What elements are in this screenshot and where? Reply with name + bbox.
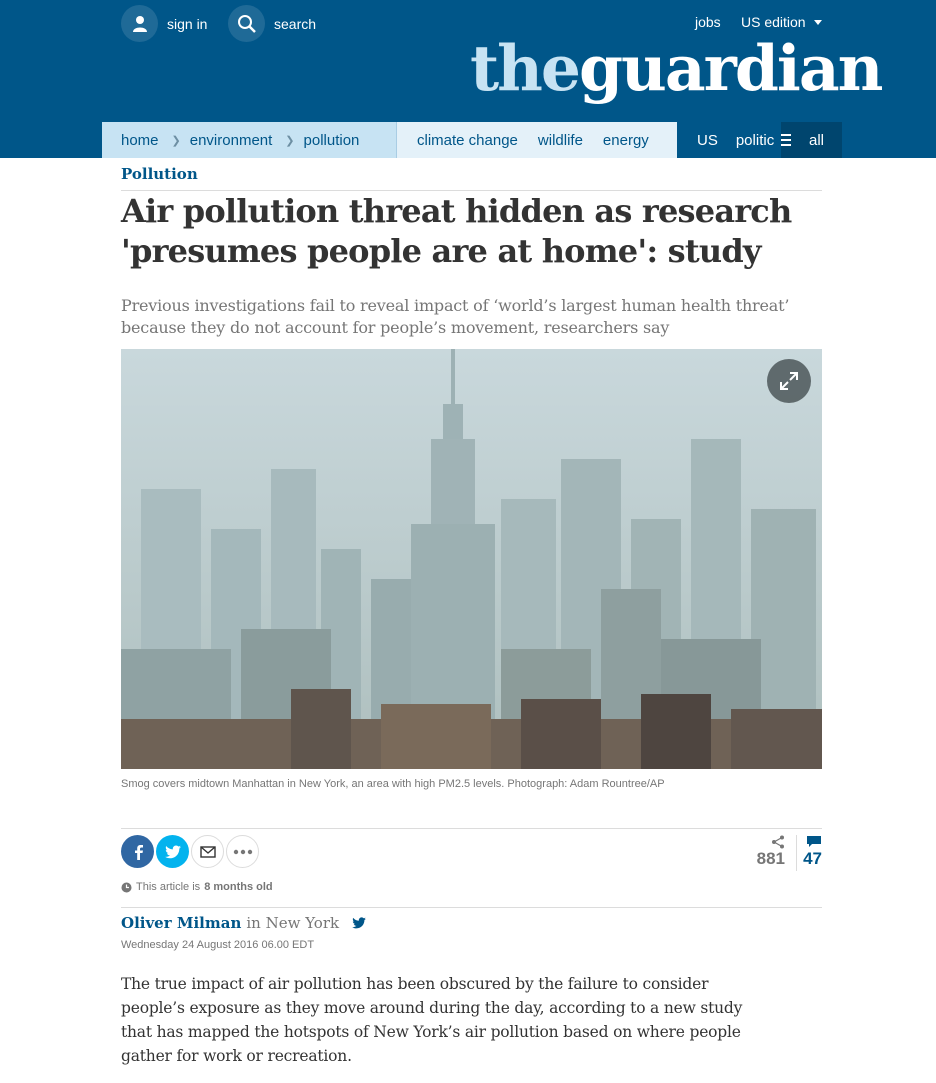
share-bar: 881 47 [121,835,822,875]
image-caption: Smog covers midtown Manhattan in New Yor… [121,778,665,790]
publication-date: Wednesday 24 August 2016 06.00 EDT [121,939,315,951]
smog-skyline-illustration [121,349,822,769]
chevron-right-icon: ❯ [285,134,295,147]
nav-wildlife[interactable]: wildlife [538,132,583,149]
comment-icon [807,836,821,847]
nav-energy[interactable]: energy [603,132,649,149]
breadcrumb: home ❯ environment ❯ pollution [102,122,396,158]
comment-count-value: 47 [803,849,822,868]
section-label[interactable]: Pollution [121,165,198,183]
nav-politics[interactable]: politic [736,132,774,149]
facebook-icon [134,844,143,860]
main-navigation: US politic all [677,122,842,158]
clock-icon [121,882,132,892]
divider [121,907,822,908]
comment-count[interactable]: 47 [796,835,822,871]
author-link[interactable]: Oliver Milman [121,914,241,932]
share-email-button[interactable] [191,835,224,868]
caret-down-icon [813,19,822,25]
share-twitter-button[interactable] [156,835,189,868]
article-headline: Air pollution threat hidden as research … [121,192,792,270]
search-link[interactable]: search [228,5,316,42]
more-icon [233,849,252,854]
search-icon [228,5,265,42]
logo-the: the [470,31,581,105]
nav-climate-change[interactable]: climate change [417,132,518,149]
article-age-notice: This article is 8 months old [121,881,273,893]
more-share-options-button[interactable] [226,835,259,868]
expand-icon [780,372,798,390]
email-icon [199,845,216,858]
navigation-bar: home ❯ environment ❯ pollution climate c… [102,122,842,158]
share-facebook-button[interactable] [121,835,154,868]
sign-in-label: sign in [167,15,208,32]
search-label: search [274,15,317,32]
twitter-icon [164,845,181,858]
breadcrumb-home[interactable]: home [121,132,159,149]
chevron-right-icon: ❯ [171,134,181,147]
user-icon [121,5,158,42]
breadcrumb-environment[interactable]: environment [190,132,273,149]
all-label: all [808,131,824,149]
article-container: Pollution Air pollution threat hidden as… [102,158,842,1083]
article-standfirst: Previous investigations fail to reveal i… [121,296,790,337]
share-count: 881 [749,835,785,869]
site-header: sign in search jobs US edition theguardi… [0,0,936,122]
share-icon [772,835,784,849]
article-body-paragraph: The true impact of air pollution has bee… [121,975,743,1065]
expand-image-button[interactable] [767,359,811,403]
sub-navigation: climate change wildlife energy [396,122,677,158]
guardian-logo[interactable]: theguardian [470,28,883,108]
twitter-icon[interactable] [352,917,366,929]
article-main-image[interactable] [121,349,822,769]
sign-in-link[interactable]: sign in [121,5,207,42]
logo-guardian: guardian [579,31,883,105]
author-location: in New York [246,914,340,932]
all-sections-button[interactable]: all [781,122,842,158]
age-value: 8 months old [204,881,273,893]
divider [121,828,822,829]
age-prefix: This article is [136,881,201,893]
byline: Oliver Milman in New York [121,914,366,932]
nav-us[interactable]: US [697,132,718,149]
hamburger-icon [781,134,791,146]
breadcrumb-pollution[interactable]: pollution [304,132,360,149]
share-count-value: 881 [756,849,785,868]
